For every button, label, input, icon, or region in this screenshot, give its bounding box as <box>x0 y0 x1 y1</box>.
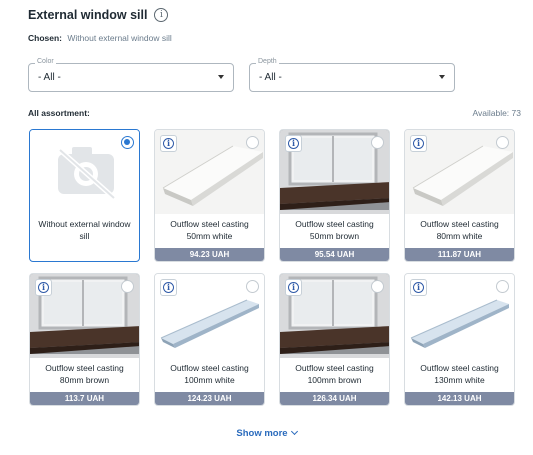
product-card[interactable]: i Outflow steel casting 50mm white 94.23 U… <box>154 129 265 262</box>
product-card[interactable]: i Outflow steel casting 80mm brown 113.7 U… <box>29 273 140 406</box>
info-icon[interactable]: i <box>160 279 177 296</box>
show-more-label: Show more <box>236 428 288 439</box>
info-icon[interactable]: i <box>160 135 177 152</box>
product-card[interactable]: i Outflow steel casting 100mm brown 126.34… <box>279 273 390 406</box>
product-name: Outflow steel casting 100mm white <box>170 363 249 385</box>
chosen-label: Chosen: <box>28 33 62 43</box>
product-price: 95.54 UAH <box>280 248 389 261</box>
color-select-value: - All - <box>38 72 61 83</box>
assortment-label: All assortment: <box>28 108 90 118</box>
info-icon[interactable]: i <box>285 279 302 296</box>
caret-down-icon <box>218 75 224 79</box>
chosen-value: Without external window sill <box>67 33 172 43</box>
product-name: Without external window sill <box>38 219 131 241</box>
select-radio[interactable] <box>371 280 384 293</box>
caret-down-icon <box>439 75 445 79</box>
product-name: Outflow steel casting 100mm brown <box>295 363 374 385</box>
select-radio[interactable] <box>246 280 259 293</box>
chosen-summary: Chosen: Without external window sill <box>28 33 172 43</box>
depth-select-value: - All - <box>259 72 282 83</box>
product-name: Outflow steel casting 80mm brown <box>45 363 124 385</box>
product-price: 126.34 UAH <box>280 392 389 405</box>
product-card[interactable]: i Outflow steel casting 50mm brown 95.54 U… <box>279 129 390 262</box>
product-card[interactable]: i Outflow steel casting 130mm white 142.13… <box>404 273 515 406</box>
info-icon[interactable]: i <box>35 279 52 296</box>
select-radio[interactable] <box>121 280 134 293</box>
product-price: 124.23 UAH <box>155 392 264 405</box>
select-radio[interactable] <box>496 280 509 293</box>
chevron-down-icon <box>290 427 298 436</box>
product-name: Outflow steel casting 80mm white <box>420 219 499 241</box>
section-header: External window sill i <box>28 8 169 22</box>
select-radio[interactable] <box>496 136 509 149</box>
select-radio[interactable] <box>121 136 134 149</box>
product-card[interactable]: Without external window sill <box>29 129 140 262</box>
product-price: 94.23 UAH <box>155 248 264 261</box>
product-price: 111.87 UAH <box>405 248 514 261</box>
product-name: Outflow steel casting 50mm brown <box>295 219 374 241</box>
select-radio[interactable] <box>246 136 259 149</box>
product-card[interactable]: i Outflow steel casting 100mm white 124.23… <box>154 273 265 406</box>
depth-select[interactable]: Depth - All - <box>249 58 455 92</box>
section-title: External window sill <box>28 8 148 22</box>
color-select-label: Color <box>35 58 56 65</box>
available-count: Available: 73 <box>472 108 521 118</box>
product-price: 113.7 UAH <box>30 392 139 405</box>
info-icon[interactable]: i <box>285 135 302 152</box>
select-radio[interactable] <box>371 136 384 149</box>
color-select[interactable]: Color - All - <box>28 58 234 92</box>
info-icon[interactable]: i <box>154 8 169 22</box>
product-card[interactable]: i Outflow steel casting 80mm white 111.87 … <box>404 129 515 262</box>
depth-select-label: Depth <box>256 58 279 65</box>
info-icon[interactable]: i <box>410 279 427 296</box>
show-more-button[interactable]: Show more <box>0 427 533 439</box>
product-name: Outflow steel casting 50mm white <box>170 219 249 241</box>
product-price: 142.13 UAH <box>405 392 514 405</box>
product-name: Outflow steel casting 130mm white <box>420 363 499 385</box>
info-icon[interactable]: i <box>410 135 427 152</box>
